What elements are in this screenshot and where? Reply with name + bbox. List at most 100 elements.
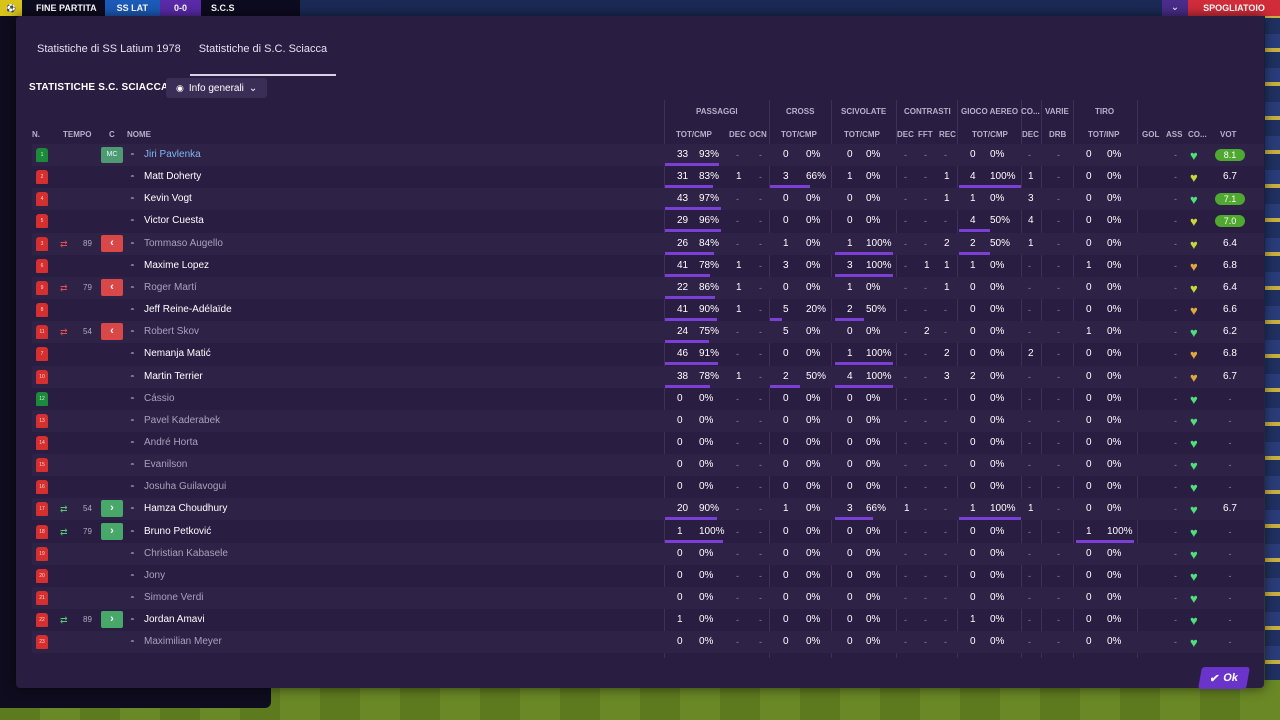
- sub-out-icon: ⇄: [60, 327, 68, 338]
- passes-dec: -: [736, 504, 739, 515]
- table-row[interactable]: 10 ◓ Martin Terrier 38 78% 1-2 50% 4 100% - -3 2 0% -…: [32, 365, 1264, 388]
- table-row[interactable]: 5 ◓ Victor Cuesta 29 96% - -0 0% 0 0% - - -4 50% 4-0 0%…: [32, 210, 1264, 233]
- col-header-cross-tot[interactable]: TOT/CMP: [781, 130, 817, 139]
- view-select[interactable]: ◉ Info generali ⌄: [166, 78, 268, 98]
- table-row[interactable]: 1 MC ◓ Jiri Pavlenka 33 93% - -0 0% 0 0% - - -0 0% - -0 0…: [32, 144, 1264, 166]
- locker-room-button[interactable]: SPOGLIATOIO: [1188, 0, 1280, 16]
- col-header-time[interactable]: TEMPO: [63, 130, 91, 139]
- ok-button[interactable]: ✔ Ok: [1198, 667, 1250, 689]
- col-header-name[interactable]: NOME: [127, 130, 151, 139]
- player-name[interactable]: André Horta: [144, 432, 198, 454]
- assists: -: [1174, 216, 1177, 227]
- col-header-ass[interactable]: ASS: [1166, 130, 1182, 139]
- table-row[interactable]: 2 ◓ Matt Doherty 31 83% 1-3 66% 1 0% - -1 4 100% 1-0 0…: [32, 166, 1264, 189]
- player-name[interactable]: Maxime Lopez: [144, 255, 209, 277]
- player-name[interactable]: Jiri Pavlenka: [144, 144, 201, 166]
- player-name[interactable]: Matt Doherty: [144, 166, 201, 188]
- chevron-right-icon[interactable]: ›: [101, 522, 123, 540]
- player-name[interactable]: Tommaso Augello: [144, 233, 223, 255]
- shots-total: 0: [1086, 414, 1092, 426]
- player-name[interactable]: Kevin Vogt: [144, 188, 192, 210]
- col-header-co-dec[interactable]: DEC: [1022, 130, 1039, 139]
- table-row[interactable]: 15 ◓ Evanilson 0 0% - - 0 0% 0 0% - - - 0 0% - - 0 0% - ♥ -: [32, 454, 1264, 477]
- table-row[interactable]: 12 ◓ Cássio 0 0% - - 0 0% 0 0% - - - 0 0% - - 0 0% - ♥ -: [32, 388, 1264, 410]
- table-row[interactable]: 6 ◓ Maxime Lopez 41 78% 1-3 0% 3 100% -1 1 1 0% - -1 0%…: [32, 255, 1264, 277]
- table-row[interactable]: 18 ⇄ 79 › ◓ Bruno Petković 1 100% - -0 0% 0 0% - - -0 0%…: [32, 521, 1264, 543]
- condition-heart-icon: ♥: [1190, 502, 1198, 518]
- col-header-con-fft[interactable]: FFT: [918, 130, 933, 139]
- player-rating: -: [1228, 637, 1232, 648]
- table-row[interactable]: 11 ⇄ 54 ‹ ◓ Robert Skov 24 75% - -5 0% 0 0% -2-0 0% - -1…: [32, 321, 1264, 344]
- player-name[interactable]: Martin Terrier: [144, 366, 203, 388]
- tab-away-stats[interactable]: Statistiche di S.C. Sciacca: [189, 36, 337, 76]
- table-row[interactable]: 16 ◓ Josuha Guilavogui 0 0% - - 0 0% 0 0% - - - 0 0% - - 0…: [32, 476, 1264, 498]
- player-rating: -: [1228, 393, 1232, 404]
- tab-home-stats[interactable]: Statistiche di SS Latium 1978: [28, 36, 190, 76]
- tackles-total: 0: [847, 547, 853, 559]
- table-row[interactable]: 9 ⇄ 79 ‹ ◓ Roger Martí 22 86% 1-0 0% 1 0% - -1 0 0% - -0 0…: [32, 276, 1264, 299]
- chevron-right-icon[interactable]: ›: [101, 611, 123, 629]
- player-name[interactable]: Jordan Amavi: [144, 609, 205, 631]
- assists: -: [1174, 172, 1177, 183]
- table-row[interactable]: 23 ◓ Maximilian Meyer 0 0% - - 0 0% 0 0% - - - 0 0% - - 0 0…: [32, 631, 1264, 654]
- col-header-number[interactable]: N.: [32, 130, 40, 139]
- table-row[interactable]: 17 ⇄ 54 › ◓ Hamza Choudhury 20 90% - -1 0% 3 66% 1- -1…: [32, 498, 1264, 521]
- col-header-pass-tot[interactable]: TOT/CMP: [676, 130, 712, 139]
- table-row[interactable]: 8 ◓ Jeff Reine-Adélaïde 41 90% 1-5 20% 2 50% - - -0…: [32, 299, 1264, 322]
- player-name[interactable]: Josuha Guilavogui: [144, 476, 226, 498]
- table-row[interactable]: 20 ◓ Jony 0 0% - - 0 0% 0 0% - - - 0 0% - - 0 0% - ♥ -: [32, 565, 1264, 587]
- table-row[interactable]: 19 ◓ Christian Kabasele 0 0% - - 0 0% 0 0% - - - 0 0% - -…: [32, 542, 1264, 565]
- player-name[interactable]: Maximilian Meyer: [144, 631, 222, 653]
- chevron-left-icon[interactable]: ‹: [101, 278, 123, 296]
- chevron-right-icon[interactable]: ›: [101, 500, 123, 518]
- co-dec: -: [1028, 615, 1031, 626]
- col-header-sciv-tot[interactable]: TOT/CMP: [844, 130, 880, 139]
- chevron-down-icon[interactable]: ⌄: [1162, 0, 1188, 16]
- passes-total: 0: [677, 592, 683, 603]
- player-name[interactable]: Victor Cuesta: [144, 210, 204, 232]
- contrasts-rec: -: [944, 393, 947, 404]
- col-header-aer-tot[interactable]: TOT/CMP: [972, 130, 1008, 139]
- table-row[interactable]: 22 ⇄ 89 › ◓ Jordan Amavi 1 0% - - 0 0% 0 0% - - - 1 0% - - 0 0…: [32, 609, 1264, 631]
- player-name[interactable]: Hamza Choudhury: [144, 498, 227, 520]
- col-header-vote[interactable]: VOT: [1220, 130, 1236, 139]
- table-row[interactable]: 7 ◓ Nemanja Matić 46 91% - -0 0% 1 100% - -2 0 0% 2-0 0…: [32, 343, 1264, 366]
- table-row[interactable]: 14 ◓ André Horta 0 0% - - 0 0% 0 0% - - - 0 0% - - 0 0% - ♥ -: [32, 432, 1264, 454]
- player-name[interactable]: Roger Martí: [144, 277, 197, 299]
- col-header-c[interactable]: C: [109, 130, 115, 139]
- assists: -: [1174, 415, 1177, 426]
- shirt-number: 19: [36, 546, 48, 561]
- cross-total: 0: [783, 569, 789, 581]
- col-header-gol[interactable]: GOL: [1142, 130, 1159, 139]
- player-name[interactable]: Pavel Kaderabek: [144, 410, 220, 432]
- table-row[interactable]: 13 ◓ Pavel Kaderabek 0 0% - - 0 0% 0 0% - - - 0 0% - - 0 0%…: [32, 409, 1264, 432]
- col-header-tiro-tot[interactable]: TOT/INP: [1088, 130, 1119, 139]
- chevron-left-icon[interactable]: ‹: [101, 234, 123, 252]
- contrasts-fft: -: [924, 593, 927, 603]
- player-name[interactable]: Jony: [144, 565, 165, 587]
- condition-heart-icon: ♥: [1190, 303, 1198, 319]
- player-name[interactable]: Bruno Petković: [144, 521, 211, 543]
- table-row[interactable]: 21 ◓ Simone Verdi 0 0% - - 0 0% 0 0% - - - 0 0% - - 0 0% - ♥ -: [32, 587, 1264, 609]
- player-name[interactable]: Simone Verdi: [144, 587, 203, 609]
- col-header-condition[interactable]: CO...: [1188, 130, 1207, 139]
- dribbles: -: [1057, 504, 1060, 515]
- col-header-pass-ocn[interactable]: OCN: [749, 130, 767, 139]
- col-header-con-dec[interactable]: DEC: [897, 130, 914, 139]
- table-row[interactable]: 4 ◓ Kevin Vogt 43 97% - -0 0% 0 0% - -1 1 0% 3-0 0% - ♥ 7.…: [32, 188, 1264, 211]
- col-header-drb[interactable]: DRB: [1049, 130, 1066, 139]
- shirt-number: 5: [36, 214, 48, 229]
- group-header-cross: CROSS: [786, 107, 815, 116]
- player-name[interactable]: Jeff Reine-Adélaïde: [144, 299, 232, 321]
- col-header-pass-dec[interactable]: DEC: [729, 130, 746, 139]
- player-name[interactable]: Nemanja Matić: [144, 343, 211, 365]
- player-name[interactable]: Evanilson: [144, 454, 187, 476]
- player-name[interactable]: Christian Kabasele: [144, 543, 228, 565]
- cross-pct: 0%: [806, 503, 821, 515]
- person-icon: ◓: [130, 238, 135, 248]
- player-name[interactable]: Cássio: [144, 388, 175, 410]
- col-header-con-rec[interactable]: REC: [939, 130, 956, 139]
- player-name[interactable]: Robert Skov: [144, 321, 199, 343]
- chevron-left-icon[interactable]: ‹: [101, 323, 123, 341]
- table-row[interactable]: 3 ⇄ 89 ‹ ◓ Tommaso Augello 26 84% - -1 0% 1 100% - -2 2…: [32, 232, 1264, 255]
